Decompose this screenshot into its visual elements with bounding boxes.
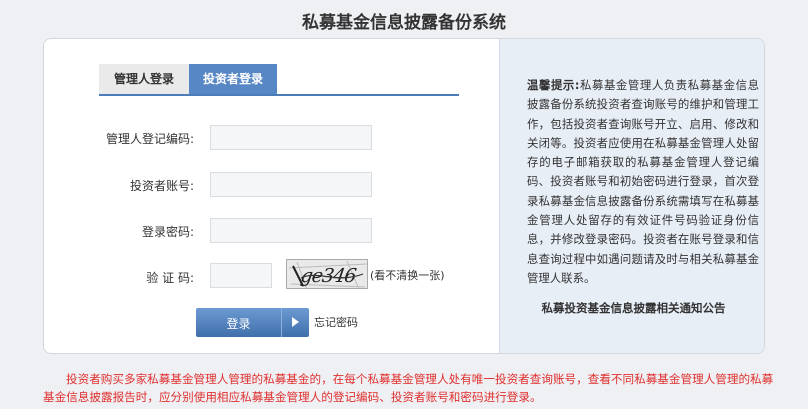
arrow-right-icon (281, 308, 309, 337)
login-panel: 管理人登录 投资者登录 管理人登记编码: 投资者账号: 登录密码: 验 证 码:… (43, 38, 765, 354)
captcha-image[interactable]: ge346 (286, 259, 368, 289)
tab-investor-login[interactable]: 投资者登录 (189, 64, 277, 94)
investor-account-input[interactable] (210, 172, 372, 197)
manager-code-input[interactable] (210, 125, 372, 150)
tab-manager-login[interactable]: 管理人登录 (99, 64, 189, 94)
footer-note: 投资者购买多家私募基金管理人管理的私募基金的，在每个私募基金管理人处有唯一投资者… (43, 372, 774, 404)
tips-heading: 温馨提示: (527, 78, 580, 92)
login-button-label: 登录 (226, 317, 251, 331)
page-title: 私募基金信息披露备份系统 (302, 13, 506, 33)
captcha-input[interactable] (210, 263, 272, 288)
notice-link[interactable]: 私募投资基金信息披露相关通知公告 (500, 300, 764, 316)
manager-code-label: 管理人登记编码: (105, 132, 194, 146)
captcha-label: 验 证 码: (146, 271, 194, 285)
password-label: 登录密码: (141, 225, 194, 239)
password-input[interactable] (210, 218, 372, 243)
tips-text: 温馨提示:私募基金管理人负责私募基金信息披露备份系统投资者查询账号的维护和管理工… (527, 76, 759, 288)
login-button[interactable]: 登录 (196, 308, 309, 337)
refresh-captcha-link[interactable]: (看不清换一张) (370, 267, 445, 283)
forgot-password-link[interactable]: 忘记密码 (314, 314, 358, 330)
tips-body: 私募基金管理人负责私募基金信息披露备份系统投资者查询账号的维护和管理工作，包括投… (527, 78, 759, 285)
info-panel: 温馨提示:私募基金管理人负责私募基金信息披露备份系统投资者查询账号的维护和管理工… (499, 39, 764, 353)
investor-account-label: 投资者账号: (129, 179, 194, 193)
login-tabs: 管理人登录 投资者登录 (99, 64, 459, 96)
